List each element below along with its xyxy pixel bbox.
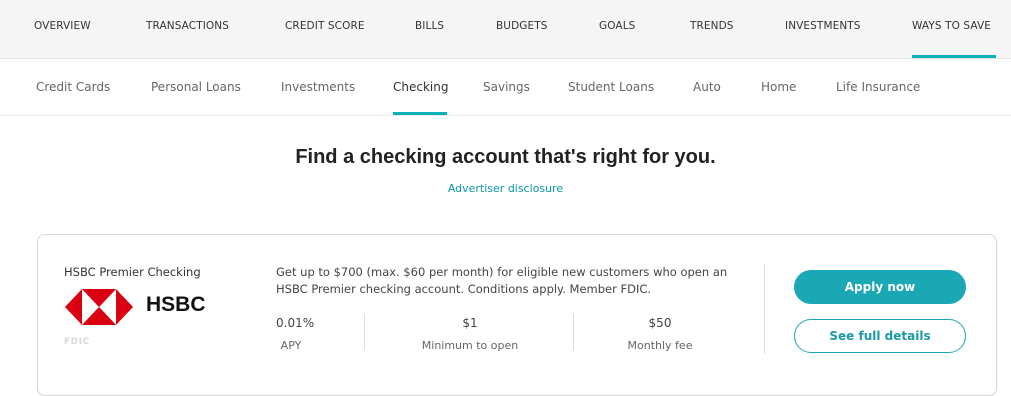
stat-apy-value: 0.01% — [276, 316, 315, 330]
nav-trends[interactable]: TRENDS — [690, 20, 734, 32]
nav-ways-to-save[interactable]: WAYS TO SAVE — [912, 20, 991, 32]
subnav-active-indicator — [393, 112, 447, 115]
logo-wordmark: HSBC — [146, 293, 206, 316]
stat-minimum-value: $1 — [462, 316, 478, 330]
product-name: HSBC Premier Checking — [64, 265, 201, 279]
subnav-personal-loans[interactable]: Personal Loans — [151, 80, 241, 94]
subnav-savings[interactable]: Savings — [483, 80, 530, 94]
see-full-details-button[interactable]: See full details — [794, 319, 966, 353]
stat-divider — [364, 314, 365, 350]
stat-minimum-label: Minimum to open — [421, 339, 519, 352]
subnav-checking[interactable]: Checking — [393, 80, 448, 94]
page-title: Find a checking account that's right for… — [295, 146, 716, 168]
subnav-investments[interactable]: Investments — [281, 80, 355, 94]
nav-investments[interactable]: INVESTMENTS — [785, 20, 861, 32]
stat-monthly-fee-label: Monthly fee — [627, 339, 693, 352]
hsbc-logo: HSBC — [64, 287, 214, 327]
nav-budgets[interactable]: BUDGETS — [496, 20, 548, 32]
apply-now-button[interactable]: Apply now — [794, 270, 966, 304]
stat-divider — [573, 314, 574, 350]
subnav-auto[interactable]: Auto — [693, 80, 721, 94]
subnav-student-loans[interactable]: Student Loans — [568, 80, 654, 94]
subnav-home[interactable]: Home — [761, 80, 796, 94]
subnav-credit-cards[interactable]: Credit Cards — [36, 80, 110, 94]
stat-apy: 0.01% APY — [276, 316, 315, 352]
nav-overview[interactable]: OVERVIEW — [34, 20, 91, 32]
stat-monthly-fee-value: $50 — [648, 316, 672, 330]
fdic-badge: FDIC — [64, 337, 90, 347]
offer-description: Get up to $700 (max. $60 per month) for … — [276, 265, 728, 296]
nav-goals[interactable]: GOALS — [599, 20, 635, 32]
card-divider — [764, 264, 765, 354]
advertiser-disclosure-link[interactable]: Advertiser disclosure — [0, 182, 1011, 195]
top-nav: OVERVIEW TRANSACTIONS CREDIT SCORE BILLS… — [0, 0, 1011, 59]
subnav-life-insurance[interactable]: Life Insurance — [836, 80, 920, 94]
nav-transactions[interactable]: TRANSACTIONS — [146, 20, 229, 32]
sub-nav: Credit Cards Personal Loans Investments … — [0, 59, 1011, 116]
stat-apy-label: APY — [280, 339, 302, 352]
stat-monthly-fee: $50 Monthly fee — [600, 316, 720, 352]
nav-credit-score[interactable]: CREDIT SCORE — [285, 20, 365, 32]
nav-active-indicator — [912, 55, 996, 58]
stat-minimum: $1 Minimum to open — [400, 316, 540, 352]
nav-bills[interactable]: BILLS — [415, 20, 444, 32]
